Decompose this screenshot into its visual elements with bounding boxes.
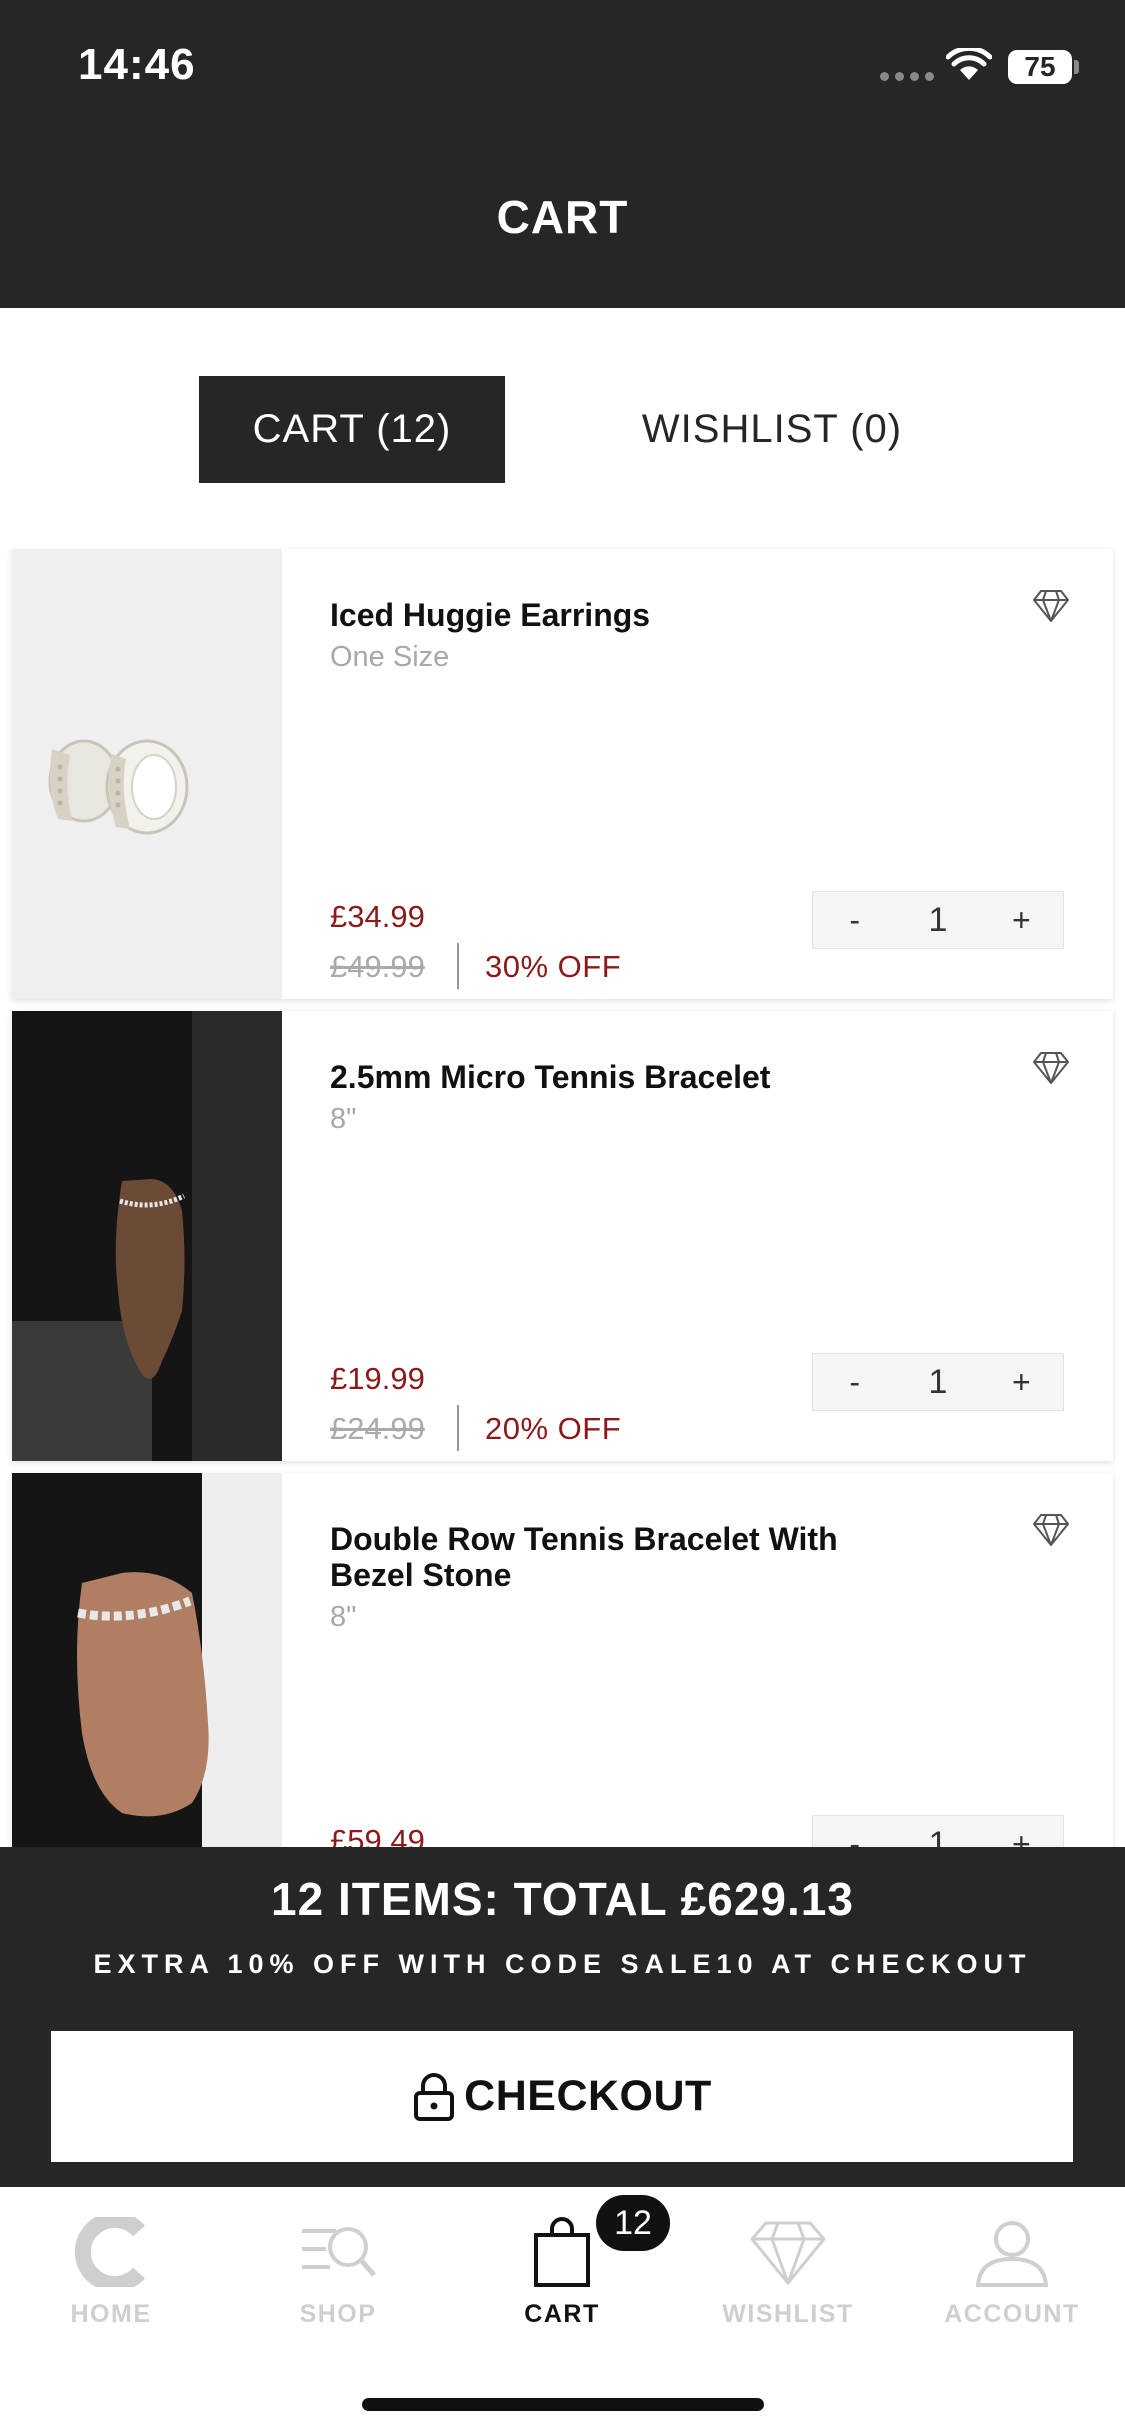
price-divider <box>457 943 459 989</box>
top-header: 14:46 75 CART <box>0 0 1125 308</box>
tab-wishlist[interactable]: WISHLIST (0) <box>600 376 944 483</box>
quantity-value: 1 <box>928 1362 948 1401</box>
item-price: £34.99 <box>330 899 425 934</box>
item-size: One Size <box>330 641 450 673</box>
item-name[interactable]: Double Row Tennis Bracelet With Bezel St… <box>330 1521 890 1593</box>
nav-shop-label: SHOP <box>299 2300 377 2328</box>
nav-wishlist[interactable]: WISHLIST <box>688 2217 888 2329</box>
decrease-button[interactable]: - <box>813 902 896 939</box>
item-was-price: £49.99 <box>330 949 425 984</box>
tab-cart[interactable]: CART (12) <box>199 376 505 483</box>
cart-summary: 12 ITEMS: TOTAL £629.13 EXTRA 10% OFF WI… <box>0 1847 1125 2187</box>
home-logo-icon <box>74 2212 146 2292</box>
battery-icon: 75 <box>1008 50 1072 84</box>
nav-account-label: ACCOUNT <box>944 2300 1080 2328</box>
search-icon <box>302 2227 376 2277</box>
battery-tip <box>1074 60 1079 74</box>
item-discount: 20% OFF <box>485 1411 622 1446</box>
page-title: CART <box>496 191 629 243</box>
user-icon <box>975 2221 1049 2287</box>
promo-message: EXTRA 10% OFF WITH CODE SALE10 AT CHECKO… <box>93 1949 1032 1979</box>
nav-home-label: HOME <box>70 2300 152 2328</box>
diamond-wishlist-icon[interactable] <box>1032 589 1070 623</box>
nav-cart-label: CART <box>524 2300 600 2328</box>
diamond-wishlist-icon[interactable] <box>1032 1051 1070 1085</box>
item-price: £19.99 <box>330 1361 425 1396</box>
quantity-value: 1 <box>928 900 948 939</box>
diamond-icon <box>750 2221 826 2285</box>
price-divider <box>457 1405 459 1451</box>
item-discount: 30% OFF <box>485 949 622 984</box>
product-image-bracelet[interactable] <box>12 1011 282 1461</box>
home-indicator <box>362 2398 764 2411</box>
cart-item: Iced Huggie Earrings One Size £34.99 £49… <box>12 549 1113 999</box>
status-time: 14:46 <box>78 40 196 89</box>
item-size: 8" <box>330 1103 357 1135</box>
item-was-price: £24.99 <box>330 1411 425 1446</box>
nav-account[interactable]: ACCOUNT <box>912 2217 1112 2329</box>
increase-button[interactable]: + <box>980 902 1063 939</box>
checkout-button[interactable]: CHECKOUT <box>51 2031 1073 2162</box>
cart-count-badge: 12 <box>596 2195 670 2251</box>
decrease-button[interactable]: - <box>813 1364 896 1401</box>
increase-button[interactable]: + <box>980 1364 1063 1401</box>
nav-home[interactable]: HOME <box>11 2212 211 2329</box>
nav-shop[interactable]: SHOP <box>238 2217 438 2329</box>
quantity-stepper: - 1 + <box>812 1353 1064 1411</box>
cart-total: 12 ITEMS: TOTAL £629.13 <box>271 1873 854 1925</box>
wifi-icon <box>946 48 992 80</box>
quantity-stepper: - 1 + <box>812 891 1064 949</box>
diamond-wishlist-icon[interactable] <box>1032 1513 1070 1547</box>
lock-icon <box>414 2072 455 2121</box>
nav-wishlist-label: WISHLIST <box>722 2300 854 2328</box>
item-name[interactable]: Iced Huggie Earrings <box>330 597 890 633</box>
cellular-signal-icon <box>880 72 934 81</box>
shopping-bag-icon <box>534 2217 590 2287</box>
item-name[interactable]: 2.5mm Micro Tennis Bracelet <box>330 1059 890 1095</box>
checkout-label: CHECKOUT <box>464 2072 712 2120</box>
item-size: 8" <box>330 1601 357 1633</box>
product-image-earrings[interactable] <box>12 549 282 999</box>
cart-item: 2.5mm Micro Tennis Bracelet 8" £19.99 £2… <box>12 1011 1113 1461</box>
